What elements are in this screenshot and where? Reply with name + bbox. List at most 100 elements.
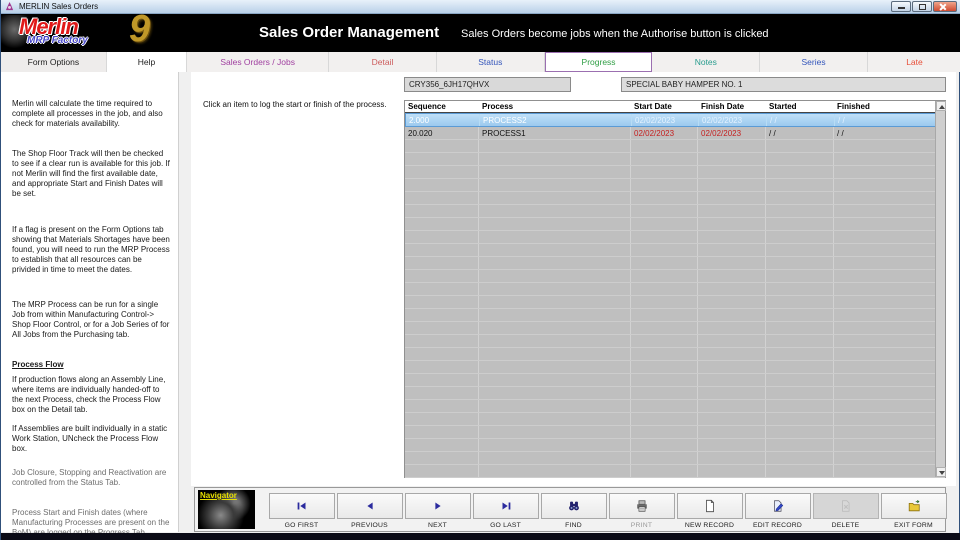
tab-form-options[interactable]: Form Options — [1, 52, 107, 72]
table-row-empty[interactable] — [405, 361, 945, 374]
instruction-text: Click an item to log the start or finish… — [203, 100, 387, 109]
go-first-button[interactable] — [269, 493, 335, 519]
next-icon — [431, 499, 445, 513]
table-row-empty[interactable] — [405, 179, 945, 192]
scroll-down-arrow-icon[interactable] — [936, 467, 946, 477]
table-row-empty[interactable] — [405, 309, 945, 322]
table-vertical-scrollbar[interactable] — [935, 101, 945, 477]
window-title: MERLIN Sales Orders — [19, 2, 98, 11]
exit-form-icon — [907, 499, 921, 513]
column-header-start-date: Start Date — [631, 101, 698, 112]
previous-icon — [363, 499, 377, 513]
tab-help[interactable]: Help — [107, 52, 187, 72]
navigator-buttons: GO FIRST PREVIOUS NEXT GO LAST — [268, 493, 947, 529]
cell-sequence: 20.020 — [405, 127, 479, 139]
table-row-empty[interactable] — [405, 257, 945, 270]
table-row-empty[interactable] — [405, 270, 945, 283]
maximize-icon — [919, 4, 926, 10]
previous-button[interactable] — [337, 493, 403, 519]
table-row-empty[interactable] — [405, 452, 945, 465]
cell-sequence: 2.000 — [406, 114, 480, 126]
sales-order-management-window: MERLIN Sales Orders Merlin MRP Factory 9… — [0, 0, 960, 540]
tab-detail[interactable]: Detail — [329, 52, 437, 72]
exit-form-button[interactable] — [881, 493, 947, 519]
cell-started: / / — [767, 114, 835, 126]
minimize-button[interactable] — [891, 1, 911, 12]
help-paragraph: The MRP Process can be run for a single … — [12, 300, 170, 340]
go-last-icon — [499, 499, 513, 513]
table-row-empty[interactable] — [405, 413, 945, 426]
table-row-empty[interactable] — [405, 296, 945, 309]
help-paragraph: If a flag is present on the Form Options… — [12, 225, 170, 275]
table-row-empty[interactable] — [405, 140, 945, 153]
merlin-mrp-factory-logo: Merlin MRP Factory 9 — [1, 14, 251, 52]
table-row-empty[interactable] — [405, 166, 945, 179]
logo-version-number: 9 — [129, 8, 150, 51]
table-row-empty[interactable] — [405, 348, 945, 361]
table-row-empty[interactable] — [405, 153, 945, 166]
table-row-empty[interactable] — [405, 192, 945, 205]
cell-start-date: 02/02/2023 — [632, 114, 699, 126]
tab-bar: Form Options Help Sales Orders / Jobs De… — [1, 52, 960, 72]
help-paragraph: Job Closure, Stopping and Reactivation a… — [12, 468, 170, 488]
table-row-empty[interactable] — [405, 426, 945, 439]
table-row-empty[interactable] — [405, 244, 945, 257]
table-row[interactable]: 20.020 PROCESS1 02/02/2023 02/02/2023 / … — [405, 127, 945, 140]
cell-start-date: 02/02/2023 — [631, 127, 698, 139]
tab-progress[interactable]: Progress — [545, 52, 653, 72]
next-button[interactable] — [405, 493, 471, 519]
edit-record-button[interactable] — [745, 493, 811, 519]
new-record-button[interactable] — [677, 493, 743, 519]
process-table: Sequence Process Start Date Finish Date … — [404, 100, 946, 478]
help-paragraph: If production flows along an Assembly Li… — [12, 375, 170, 415]
cell-finished: / / — [835, 114, 938, 126]
maximize-button[interactable] — [912, 1, 932, 12]
go-last-button[interactable] — [473, 493, 539, 519]
print-button[interactable] — [609, 493, 675, 519]
job-code-field[interactable]: CRY356_6JH17QHVX — [404, 77, 571, 92]
cell-started: / / — [766, 127, 834, 139]
progress-tab-content: Click an item to log the start or finish… — [191, 72, 956, 486]
delete-button[interactable] — [813, 493, 879, 519]
close-button[interactable] — [933, 1, 957, 12]
go-first-icon — [295, 499, 309, 513]
tab-status[interactable]: Status — [437, 52, 545, 72]
cell-process: PROCESS1 — [479, 127, 631, 139]
table-row-empty[interactable] — [405, 205, 945, 218]
find-button[interactable] — [541, 493, 607, 519]
navigator-wizard-image: Navigator — [198, 490, 255, 529]
table-row-empty[interactable] — [405, 439, 945, 452]
table-row-empty[interactable] — [405, 335, 945, 348]
window-bottom-edge — [1, 533, 960, 540]
cell-finished: / / — [834, 127, 937, 139]
cell-finish-date: 02/02/2023 — [699, 114, 767, 126]
table-row-selected[interactable]: 2.000 PROCESS2 02/02/2023 02/02/2023 / /… — [405, 113, 945, 127]
table-row-empty[interactable] — [405, 465, 945, 478]
cell-process: PROCESS2 — [480, 114, 632, 126]
new-record-icon — [703, 499, 717, 513]
table-row-empty[interactable] — [405, 231, 945, 244]
table-row-empty[interactable] — [405, 400, 945, 413]
merlin-wizard-icon — [5, 2, 14, 11]
column-header-finished: Finished — [834, 101, 927, 112]
help-panel: Merlin will calculate the time required … — [1, 72, 179, 532]
minimize-icon — [898, 7, 905, 9]
tab-sales-orders-jobs[interactable]: Sales Orders / Jobs — [187, 52, 329, 72]
table-row-empty[interactable] — [405, 283, 945, 296]
scroll-up-arrow-icon[interactable] — [936, 101, 946, 111]
table-row-empty[interactable] — [405, 387, 945, 400]
table-row-empty[interactable] — [405, 374, 945, 387]
tab-series[interactable]: Series — [760, 52, 868, 72]
column-header-process: Process — [479, 101, 631, 112]
delete-icon — [839, 499, 853, 513]
job-description-field[interactable]: SPECIAL BABY HAMPER NO. 1 — [621, 77, 946, 92]
process-table-body: 2.000 PROCESS2 02/02/2023 02/02/2023 / /… — [405, 113, 945, 478]
tab-notes[interactable]: Notes — [652, 52, 760, 72]
table-row-empty[interactable] — [405, 322, 945, 335]
tab-late[interactable]: Late — [868, 52, 960, 72]
edit-record-icon — [771, 499, 785, 513]
navigator-bar: Navigator GO FIRST PREVIOUS NEXT — [194, 487, 946, 532]
print-icon — [635, 499, 649, 513]
table-row-empty[interactable] — [405, 218, 945, 231]
navigator-label: Navigator — [200, 491, 237, 500]
